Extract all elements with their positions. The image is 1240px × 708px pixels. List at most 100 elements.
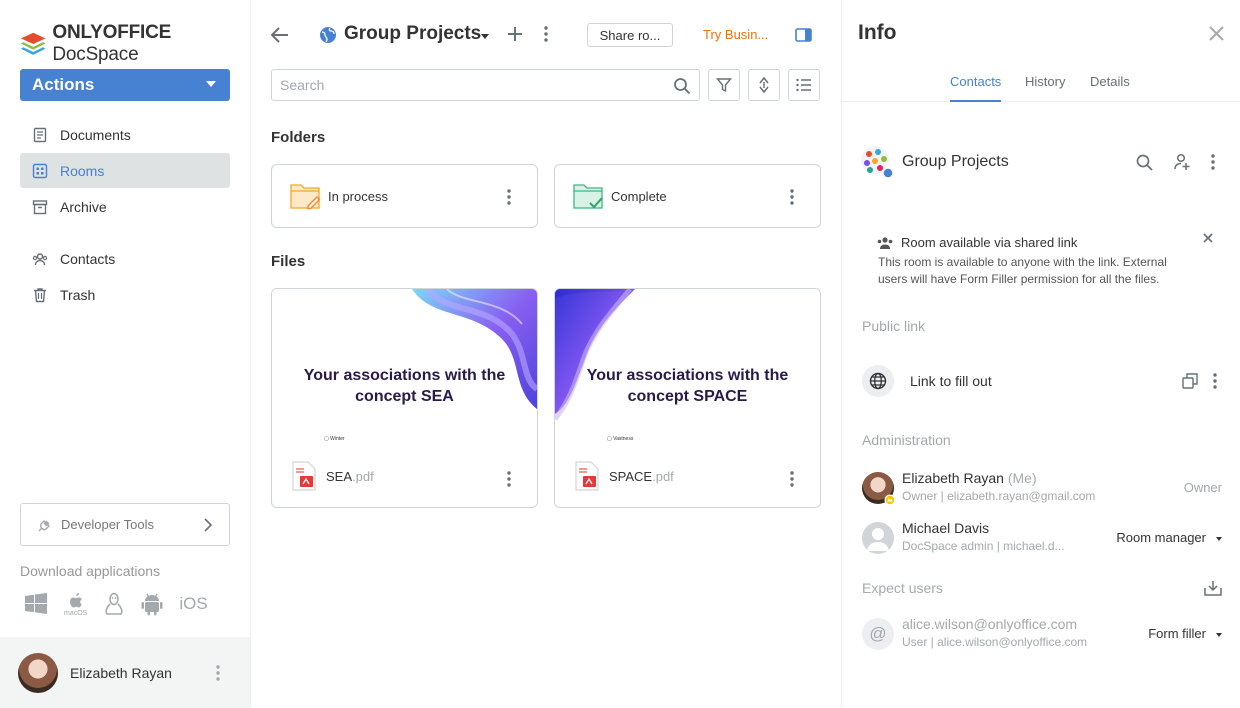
more-vertical-icon[interactable] [507,471,511,487]
expected-user-email: alice.wilson@onlyoffice.com [902,616,1078,632]
tab-contacts[interactable]: Contacts [950,74,1002,102]
folder-complete-icon [573,184,603,209]
resend-invitation-icon[interactable] [1204,580,1222,596]
globe-icon [862,365,894,397]
more-vertical-icon[interactable] [790,471,794,487]
search-icon[interactable] [673,77,691,95]
more-vertical-icon[interactable] [507,189,511,205]
profile-bar[interactable]: Elizabeth Rayan [0,637,250,708]
arrow-back-icon[interactable] [271,26,289,44]
tab-history[interactable]: History [1025,74,1065,101]
file-card-sea[interactable]: Your associations with the concept SEA ▢… [271,288,538,508]
thumbnail-caption: ▢ Vastness [607,436,634,442]
search-field [271,69,700,101]
try-business-link[interactable]: Try Busin... [703,27,768,42]
room-name: Group Projects [902,153,1009,170]
member-row[interactable]: Michael Davis DocSpace admin | michael.d… [862,520,1222,555]
public-link-row: Link to fill out [862,365,1227,397]
sort-icon [759,76,769,94]
sidebar-item-rooms[interactable]: Rooms [20,153,230,188]
info-panel: Info Contacts History Details Group Proj… [841,0,1240,708]
member-role-dropdown[interactable]: Room manager [1116,530,1222,545]
info-panel-title: Info [858,21,897,44]
chevron-right-icon [204,518,213,532]
room-header: Group Projects Share ro... Try Busin... [271,20,821,52]
people-icon [877,236,893,249]
sidebar-item-documents[interactable]: Documents [20,117,230,152]
member-details: DocSpace admin | michael.d... [902,539,1065,553]
app-logo[interactable]: ONLYOFFICE DocSpace [20,22,250,66]
linux-icon[interactable] [103,591,125,617]
search-input[interactable] [280,77,660,93]
sort-button[interactable] [748,69,780,101]
administration-heading: Administration [862,432,951,448]
member-details: Owner | elizabeth.rayan@gmail.com [902,489,1096,503]
close-icon[interactable] [1203,233,1213,243]
caret-down-icon [206,81,216,87]
search-icon[interactable] [1136,154,1153,171]
android-icon[interactable] [141,592,163,616]
actions-button[interactable]: Actions [20,69,230,101]
public-link-name[interactable]: Link to fill out [910,373,992,389]
files-heading: Files [271,253,306,270]
page-title[interactable]: Group Projects [344,23,481,45]
developer-tools-button[interactable]: Developer Tools [20,503,230,546]
pdf-file-icon [575,461,599,491]
member-name: Elizabeth Rayan (Me) [902,470,1037,486]
file-footer: SEA.pdf [292,461,374,491]
document-icon [33,127,47,142]
filter-button[interactable] [708,69,740,101]
room-avatar [860,145,894,179]
owner-badge-icon [884,494,896,506]
close-icon[interactable] [1209,26,1224,41]
actions-button-label: Actions [32,75,95,94]
more-vertical-icon[interactable] [1213,373,1217,389]
sidebar-item-archive[interactable]: Archive [20,189,230,224]
folder-card-complete[interactable]: Complete [554,164,821,228]
profile-name: Elizabeth Rayan [70,664,172,681]
file-name: SPACE.pdf [609,468,674,484]
folder-card-in-process[interactable]: In process [271,164,538,228]
file-name: SEA.pdf [326,468,374,484]
tab-details[interactable]: Details [1090,74,1130,101]
plug-icon [38,519,50,531]
member-row[interactable]: Elizabeth Rayan (Me) Owner | elizabeth.r… [862,470,1222,506]
more-vertical-icon[interactable] [544,26,548,42]
sidebar-item-label: Archive [60,198,107,215]
member-role: Owner [1183,480,1222,495]
view-toggle-button[interactable] [788,69,820,101]
caret-down-icon[interactable] [481,34,489,39]
trash-icon [34,287,46,302]
plus-icon[interactable] [507,26,523,42]
more-vertical-icon[interactable] [790,189,794,205]
copy-icon[interactable] [1182,373,1198,389]
more-vertical-icon[interactable] [216,665,220,681]
app-brand: ONLYOFFICE DocSpace [52,22,172,65]
more-vertical-icon[interactable] [1211,154,1215,170]
ios-download[interactable]: iOS [179,594,207,614]
windows-icon[interactable] [24,593,48,615]
info-panel-toggle-icon[interactable] [795,28,812,42]
share-room-button[interactable]: Share ro... [587,23,673,47]
room-logo-icon [861,146,894,179]
expected-user-role-dropdown[interactable]: Form filler [1148,626,1222,641]
file-thumbnail[interactable]: Your associations with the concept SPACE… [555,289,820,449]
sidebar-item-label: Rooms [60,162,105,179]
macos-label: macOS [64,609,88,617]
folder-name: Complete [611,188,667,204]
file-footer: SPACE.pdf [575,461,674,491]
sidebar-item-contacts[interactable]: Contacts [20,241,230,276]
expected-user-details: User | alice.wilson@onlyoffice.com [902,635,1088,649]
macos-download[interactable]: macOS [64,592,87,617]
sidebar-item-trash[interactable]: Trash [20,277,230,312]
room-summary: Group Projects [860,145,1225,179]
thumbnail-caption: ▢ Winter [324,436,345,442]
expected-user-row[interactable]: @ alice.wilson@onlyoffice.com User | ali… [862,616,1222,651]
add-user-icon[interactable] [1173,153,1191,171]
filter-icon [716,78,732,93]
file-thumbnail[interactable]: Your associations with the concept SEA ▢… [272,289,537,449]
user-avatar[interactable] [18,652,58,693]
caret-down-icon [1216,632,1222,637]
file-card-space[interactable]: Your associations with the concept SPACE… [554,288,821,508]
pdf-file-icon [292,461,316,491]
